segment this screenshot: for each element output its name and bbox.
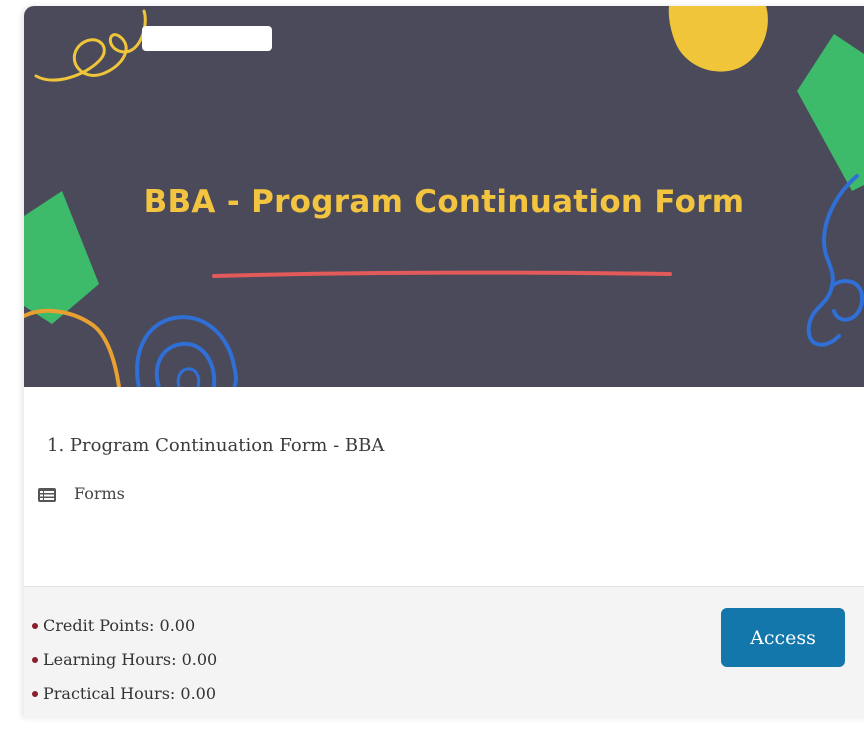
stat-learning-hours: Learning Hours: 0.00 — [32, 643, 217, 677]
stat-label: Credit Points: 0.00 — [43, 616, 196, 635]
stat-label: Learning Hours: 0.00 — [43, 650, 218, 669]
item-type: Forms — [38, 484, 125, 503]
redacted-logo-area — [142, 26, 272, 51]
card-body: 1. Program Continuation Form - BBA Forms — [24, 387, 864, 587]
item-title[interactable]: 1. Program Continuation Form - BBA — [47, 435, 384, 456]
stat-label: Practical Hours: 0.00 — [43, 684, 217, 703]
card-footer: Credit Points: 0.00 Learning Hours: 0.00… — [24, 587, 864, 718]
stats-list: Credit Points: 0.00 Learning Hours: 0.00… — [32, 609, 217, 711]
bullet-icon — [32, 657, 38, 663]
stat-credit-points: Credit Points: 0.00 — [32, 609, 217, 643]
bullet-icon — [32, 691, 38, 697]
list-icon — [38, 487, 56, 502]
course-card: BBA - Program Continuation Form 1. Progr… — [24, 6, 864, 718]
item-type-label: Forms — [74, 484, 125, 503]
stat-practical-hours: Practical Hours: 0.00 — [32, 677, 217, 711]
bullet-icon — [32, 623, 38, 629]
banner-title: BBA - Program Continuation Form — [143, 184, 745, 220]
access-button[interactable]: Access — [721, 608, 845, 667]
card-banner-image: BBA - Program Continuation Form — [24, 6, 864, 387]
